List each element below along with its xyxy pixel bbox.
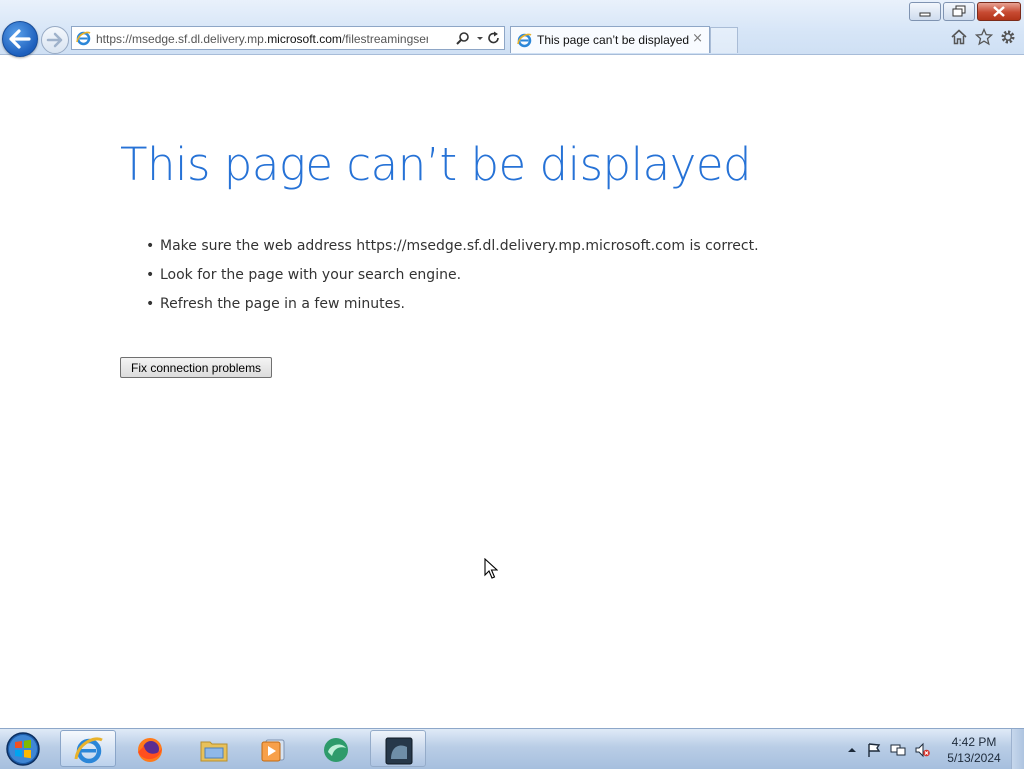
tab-close-icon[interactable]: × [692, 31, 703, 46]
taskbar-firefox[interactable] [122, 730, 178, 767]
tip-text: Look for the page with your search engin… [160, 267, 462, 283]
page-title: This page can’t be displayed [120, 138, 752, 191]
dark-window-app-icon [385, 737, 413, 765]
tab-active[interactable]: This page can’t be displayed × [510, 26, 710, 53]
taskbar-app-dark[interactable] [370, 730, 426, 767]
internet-explorer-icon [74, 737, 103, 764]
start-button[interactable] [3, 730, 43, 768]
network-icon[interactable] [890, 742, 906, 758]
ie-logo-icon [76, 31, 91, 46]
mouse-cursor-icon [484, 558, 498, 579]
restore-button[interactable] [943, 2, 975, 21]
system-clock[interactable]: 4:42 PM 5/13/2024 [940, 734, 1008, 766]
tips-list: • Make sure the web address https://msedg… [146, 236, 759, 323]
refresh-icon[interactable] [486, 30, 502, 47]
back-button[interactable] [2, 21, 38, 57]
url-text[interactable]: https://msedge.sf.dl.delivery.mp.microso… [96, 31, 428, 47]
window-controls [907, 2, 1021, 21]
tip-text: Refresh the page in a few minutes. [160, 296, 405, 312]
forward-arrow-icon [46, 32, 63, 48]
bullet: • [146, 238, 155, 254]
ie-logo-icon [517, 33, 532, 48]
taskbar-app-green[interactable] [308, 730, 364, 767]
bullet: • [146, 267, 155, 283]
close-window-button[interactable] [977, 2, 1021, 21]
browser-chrome: https://msedge.sf.dl.delivery.mp.microso… [0, 0, 1024, 57]
tab-title: This page can’t be displayed [537, 33, 690, 47]
restore-icon [952, 5, 966, 17]
back-arrow-icon [9, 29, 31, 49]
tip-text: Make sure the web address https://msedge… [160, 238, 759, 254]
forward-button[interactable] [41, 26, 69, 54]
favorites-star-icon[interactable] [975, 28, 993, 46]
taskbar-internet-explorer[interactable] [60, 730, 116, 767]
minimize-button[interactable] [909, 2, 941, 21]
new-tab-button[interactable] [710, 27, 738, 53]
fix-connection-problems-button[interactable]: Fix connection problems [120, 357, 273, 378]
gear-icon[interactable] [999, 28, 1017, 46]
bullet: • [146, 296, 155, 312]
action-center-flag-icon[interactable] [866, 742, 882, 758]
home-icon[interactable] [950, 28, 968, 46]
address-bar[interactable]: https://msedge.sf.dl.delivery.mp.microso… [71, 26, 505, 50]
green-circle-app-icon [324, 738, 348, 762]
taskbar-file-explorer[interactable] [186, 730, 242, 767]
search-icon[interactable] [455, 30, 471, 47]
volume-muted-icon[interactable] [914, 742, 930, 758]
taskbar: 4:42 PM 5/13/2024 [0, 728, 1024, 769]
taskbar-media-player[interactable] [246, 730, 302, 767]
close-icon [993, 6, 1005, 17]
media-player-icon [261, 739, 285, 762]
firefox-icon [138, 738, 162, 762]
list-item: • Make sure the web address https://msedg… [146, 236, 759, 265]
clock-time: 4:42 PM [951, 735, 997, 749]
minimize-icon [919, 12, 931, 17]
list-item: • Look for the page with your search engi… [146, 265, 759, 294]
clock-date: 5/13/2024 [947, 751, 1001, 765]
url-domain: microsoft.com [267, 32, 342, 46]
folder-icon [200, 741, 228, 762]
show-desktop-button[interactable] [1011, 729, 1024, 769]
show-hidden-icons-arrow-icon[interactable] [844, 742, 860, 758]
list-item: • Refresh the page in a few minutes. [146, 294, 759, 323]
